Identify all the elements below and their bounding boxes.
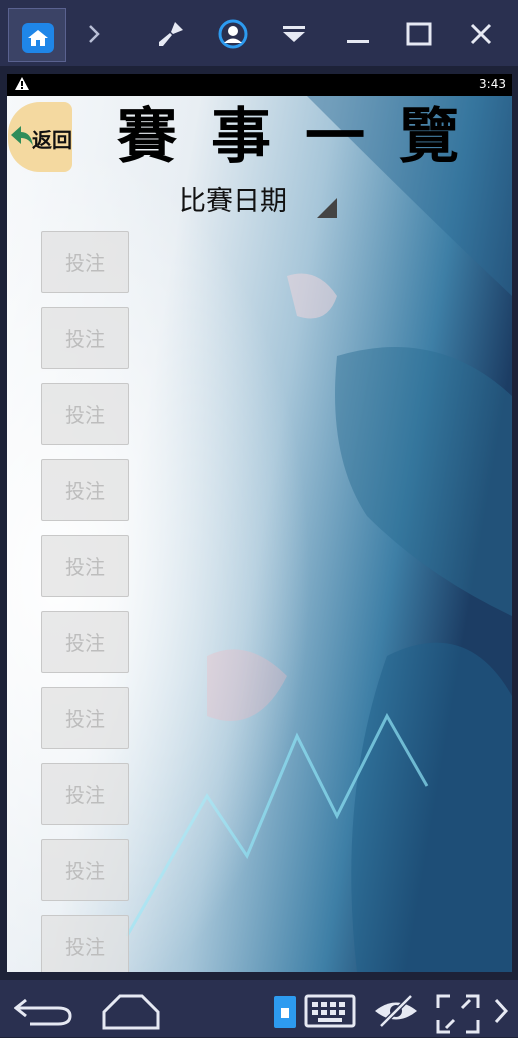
brush-icon[interactable]	[155, 18, 187, 50]
minimize-icon[interactable]	[342, 18, 374, 50]
bet-button[interactable]: 投注	[41, 763, 129, 825]
bet-button[interactable]: 投注	[41, 307, 129, 369]
match-date-label: 比賽日期	[179, 186, 287, 217]
bet-button[interactable]: 投注	[41, 535, 129, 597]
account-icon[interactable]	[217, 18, 249, 50]
android-status-bar: 3:43	[7, 74, 512, 96]
close-icon[interactable]	[465, 18, 497, 50]
maximize-icon[interactable]	[403, 18, 435, 50]
match-date-dropdown[interactable]: 比賽日期	[179, 184, 337, 220]
app-screen: 3:43 返回 賽事一覽 比賽日期 投注 投注 投注 投注 投注 投注 投注 投…	[7, 74, 512, 972]
back-arrow-icon	[11, 126, 33, 146]
chevron-right-icon[interactable]	[78, 18, 110, 50]
warning-icon	[15, 77, 29, 93]
home-nav-icon[interactable]	[102, 994, 160, 1034]
back-label: 返回	[32, 128, 72, 152]
eye-hidden-icon[interactable]	[373, 994, 419, 1032]
chevron-right-nav-icon[interactable]	[492, 994, 510, 1032]
back-nav-icon[interactable]	[13, 994, 74, 1032]
phone-rotate-icon[interactable]	[272, 994, 298, 1034]
back-button[interactable]: 返回	[8, 102, 72, 172]
dropdown-corner-icon	[317, 198, 337, 218]
emulator-navbar	[0, 980, 518, 1037]
home-tab[interactable]	[8, 8, 66, 62]
bet-button[interactable]: 投注	[41, 459, 129, 521]
bet-button[interactable]: 投注	[41, 231, 129, 293]
bet-button[interactable]: 投注	[41, 611, 129, 673]
bet-button[interactable]: 投注	[41, 839, 129, 901]
home-icon[interactable]	[22, 23, 54, 53]
menu-dropdown-icon[interactable]	[278, 18, 310, 50]
bet-button[interactable]: 投注	[41, 687, 129, 749]
emulator-toolbar	[0, 0, 518, 66]
status-time: 3:43	[479, 77, 506, 91]
bet-button[interactable]: 投注	[41, 383, 129, 445]
bet-button[interactable]: 投注	[41, 915, 129, 972]
page-title: 賽事一覽	[117, 102, 493, 172]
fullscreen-icon[interactable]	[436, 994, 480, 1038]
keyboard-icon[interactable]	[304, 994, 356, 1032]
